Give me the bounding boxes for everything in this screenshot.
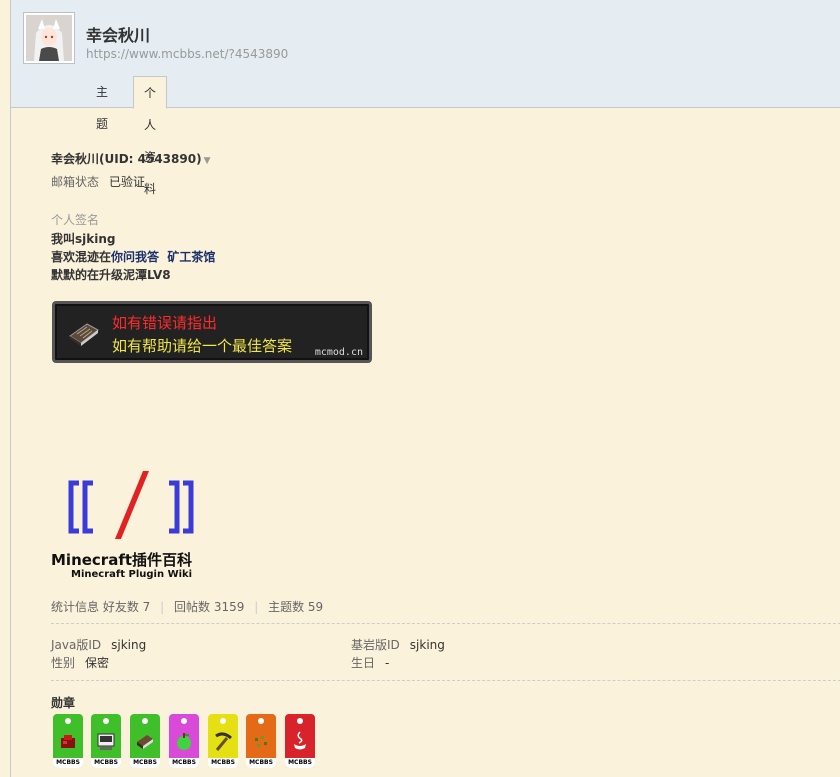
apple-medal[interactable]: MCBBS xyxy=(169,714,199,768)
seeds-medal[interactable]: MCBBS xyxy=(246,714,276,768)
stats-posts[interactable]: 回帖数 3159 xyxy=(174,600,244,614)
console-icon xyxy=(97,733,115,750)
medal-footer: MCBBS xyxy=(53,758,83,768)
medal-hole xyxy=(142,718,148,724)
signature-line-2: 喜欢混迹在你问我答 矿工茶馆 xyxy=(51,248,215,266)
stats-threads[interactable]: 主题数 59 xyxy=(268,600,323,614)
chevron-down-icon[interactable]: ▼ xyxy=(204,156,211,166)
banner-site: mcmod.cn xyxy=(314,347,363,358)
java-id-label: Java版ID xyxy=(51,638,102,652)
medal-hole xyxy=(258,718,264,724)
profile-header: 幸会秋川 https://www.mcbbs.net/?4543890 主题 个… xyxy=(10,0,840,196)
gender-row: 性别 保密 xyxy=(51,654,109,671)
gender-label: 性别 xyxy=(51,656,76,670)
link-ask-answer[interactable]: 你问我答 xyxy=(111,250,159,264)
profile-username: 幸会秋川 xyxy=(86,26,151,45)
wiki-title: Minecraft插件百科 xyxy=(51,551,193,569)
medals-title: 勋章 xyxy=(51,696,76,710)
profile-url[interactable]: https://www.mcbbs.net/?4543890 xyxy=(86,47,288,61)
medal-footer: MCBBS xyxy=(208,758,238,768)
redstone-icon xyxy=(61,735,75,748)
bedrock-id-value: sjking xyxy=(409,638,445,652)
tab-profile[interactable]: 个人资料 xyxy=(133,76,168,196)
pickaxe-medal[interactable]: MCBBS xyxy=(208,714,238,768)
divider: | xyxy=(160,600,165,614)
banner-line-1: 如有错误请指出 xyxy=(112,314,218,332)
medal-footer: MCBBS xyxy=(169,758,199,768)
bedrock-id-label: 基岩版ID xyxy=(351,638,400,652)
profile-content: 幸会秋川(UID: 4543890) ▼ 邮箱状态 已验证 个人签名 我叫sjkin… xyxy=(10,108,840,777)
console-medal[interactable]: MCBBS xyxy=(91,714,121,768)
uid-text: 幸会秋川(UID: 4543890) xyxy=(51,152,202,166)
bedrock-id-row: 基岩版ID sjking xyxy=(351,636,445,653)
uid-line[interactable]: 幸会秋川(UID: 4543890) ▼ xyxy=(51,150,211,167)
birthday-label: 生日 xyxy=(351,656,376,670)
book-icon xyxy=(69,323,99,346)
java-id-row: Java版ID sjking xyxy=(51,636,146,653)
medal-footer: MCBBS xyxy=(130,758,160,768)
tab-threads[interactable]: 主题 xyxy=(86,76,118,131)
medal-footer: MCBBS xyxy=(285,758,315,768)
java-cup-icon xyxy=(294,731,306,750)
banner-line-2: 如有帮助请给一个最佳答案 xyxy=(112,337,293,355)
medal-footer: MCBBS xyxy=(91,758,121,768)
signature-label: 个人签名 xyxy=(51,213,100,227)
avatar[interactable] xyxy=(23,12,75,64)
signature-line-3: 默默的在升级泥潭LV8 xyxy=(51,268,171,282)
pickaxe-icon xyxy=(215,732,232,751)
medal-hole xyxy=(103,718,109,724)
seeds-icon xyxy=(255,736,267,747)
mcmod-banner[interactable]: 如有错误请指出 如有帮助请给一个最佳答案 mcmod.cn xyxy=(52,301,372,363)
medal-hole xyxy=(297,718,303,724)
stats-label: 统计信息 xyxy=(51,600,100,614)
mail-status-label: 邮箱状态 xyxy=(51,175,100,189)
medal-hole xyxy=(181,718,187,724)
stats-line: 统计信息 好友数 7 | 回帖数 3159 | 主题数 59 xyxy=(51,598,323,615)
mail-status: 邮箱状态 已验证 xyxy=(51,173,145,190)
link-miner-teahouse[interactable]: 矿工茶馆 xyxy=(167,250,215,264)
medal-footer: MCBBS xyxy=(246,758,276,768)
signature-line-2-prefix: 喜欢混迹在 xyxy=(51,250,112,264)
birthday-value: - xyxy=(385,656,390,670)
redstone-medal[interactable]: MCBBS xyxy=(53,714,83,768)
book-medal[interactable]: MCBBS xyxy=(130,714,160,768)
java-medal[interactable]: MCBBS xyxy=(285,714,315,768)
gender-value: 保密 xyxy=(85,656,110,670)
avatar-image xyxy=(26,15,72,61)
signature-line-1: 我叫sjking xyxy=(51,232,116,246)
mail-status-value: 已验证 xyxy=(109,175,146,189)
stats-friends[interactable]: 好友数 7 xyxy=(103,600,150,614)
signature-text: 我叫sjking 喜欢混迹在你问我答 矿工茶馆 默默的在升级泥潭LV8 xyxy=(51,230,215,284)
divider xyxy=(51,623,840,624)
medal-hole xyxy=(220,718,226,724)
medal-hole xyxy=(65,718,71,724)
book-icon xyxy=(137,735,153,749)
birthday-row: 生日 - xyxy=(351,654,389,671)
divider: | xyxy=(254,600,259,614)
java-id-value: sjking xyxy=(111,638,147,652)
apple-icon xyxy=(177,733,191,750)
wiki-subtitle: Minecraft Plugin Wiki xyxy=(71,569,193,580)
divider xyxy=(51,680,840,681)
